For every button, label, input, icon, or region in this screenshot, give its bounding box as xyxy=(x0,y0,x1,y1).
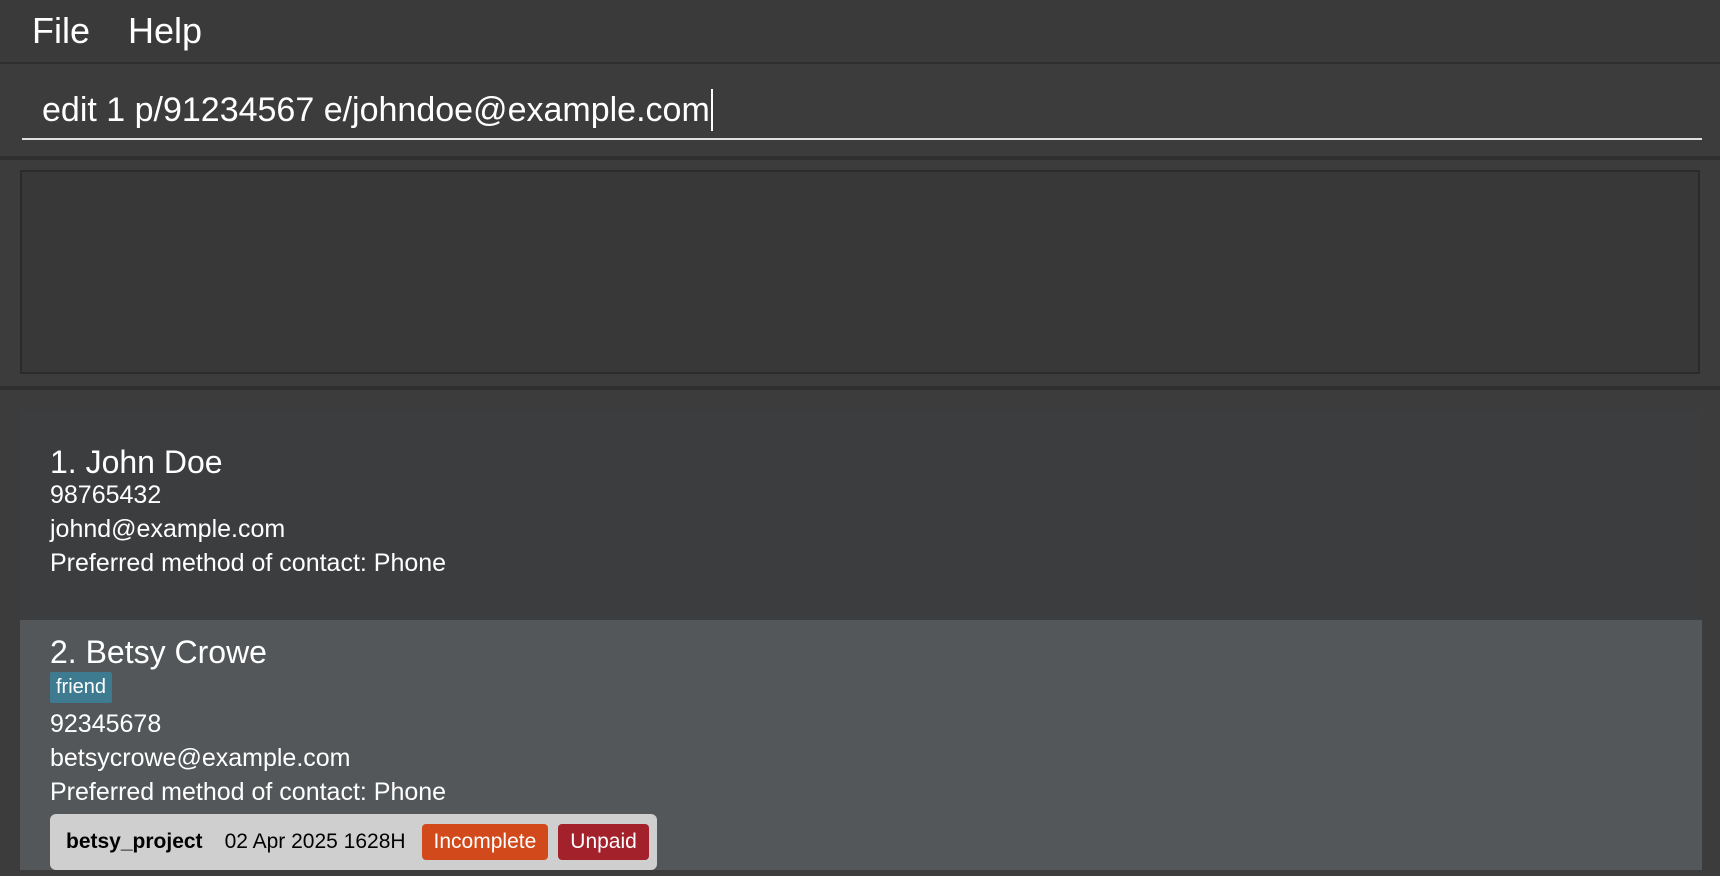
person-name: 2. Betsy Crowe xyxy=(50,634,267,670)
person-card[interactable]: 1. John Doe 98765432 johnd@example.com P… xyxy=(20,410,1702,620)
tag-friend: friend xyxy=(50,672,113,703)
person-phone: 98765432 xyxy=(50,481,162,509)
command-area: edit 1 p/91234567 e/johndoe@example.com xyxy=(0,64,1720,160)
person-email: betsycrowe@example.com xyxy=(50,744,351,772)
menu-bar: File Help xyxy=(0,0,1720,64)
text-caret xyxy=(710,89,713,131)
person-list[interactable]: 1. John Doe 98765432 johnd@example.com P… xyxy=(20,410,1702,870)
menu-help[interactable]: Help xyxy=(128,13,202,49)
result-display xyxy=(20,170,1700,374)
project-status-badge: Incomplete xyxy=(421,824,549,860)
person-name: 1. John Doe xyxy=(50,444,223,480)
person-email: johnd@example.com xyxy=(50,515,286,543)
project-name: betsy_project xyxy=(66,830,203,853)
person-phone: 92345678 xyxy=(50,710,162,738)
result-area xyxy=(0,160,1720,390)
person-preferred-contact: Preferred method of contact: Phone xyxy=(50,778,447,806)
person-card-selected[interactable]: 2. Betsy Crowe friend 92345678 betsycrow… xyxy=(20,620,1702,870)
tag-list: friend xyxy=(50,672,113,703)
command-input-text[interactable]: edit 1 p/91234567 e/johndoe@example.com xyxy=(42,91,710,130)
command-input[interactable]: edit 1 p/91234567 e/johndoe@example.com xyxy=(22,82,1702,140)
person-preferred-contact: Preferred method of contact: Phone xyxy=(50,549,447,577)
project-deadline: 02 Apr 2025 1628H xyxy=(224,830,406,853)
menu-file[interactable]: File xyxy=(32,13,90,49)
payment-status-badge: Unpaid xyxy=(558,824,649,860)
project-card[interactable]: betsy_project 02 Apr 2025 1628H Incomple… xyxy=(50,814,657,870)
person-list-area: 1. John Doe 98765432 johnd@example.com P… xyxy=(0,390,1720,876)
